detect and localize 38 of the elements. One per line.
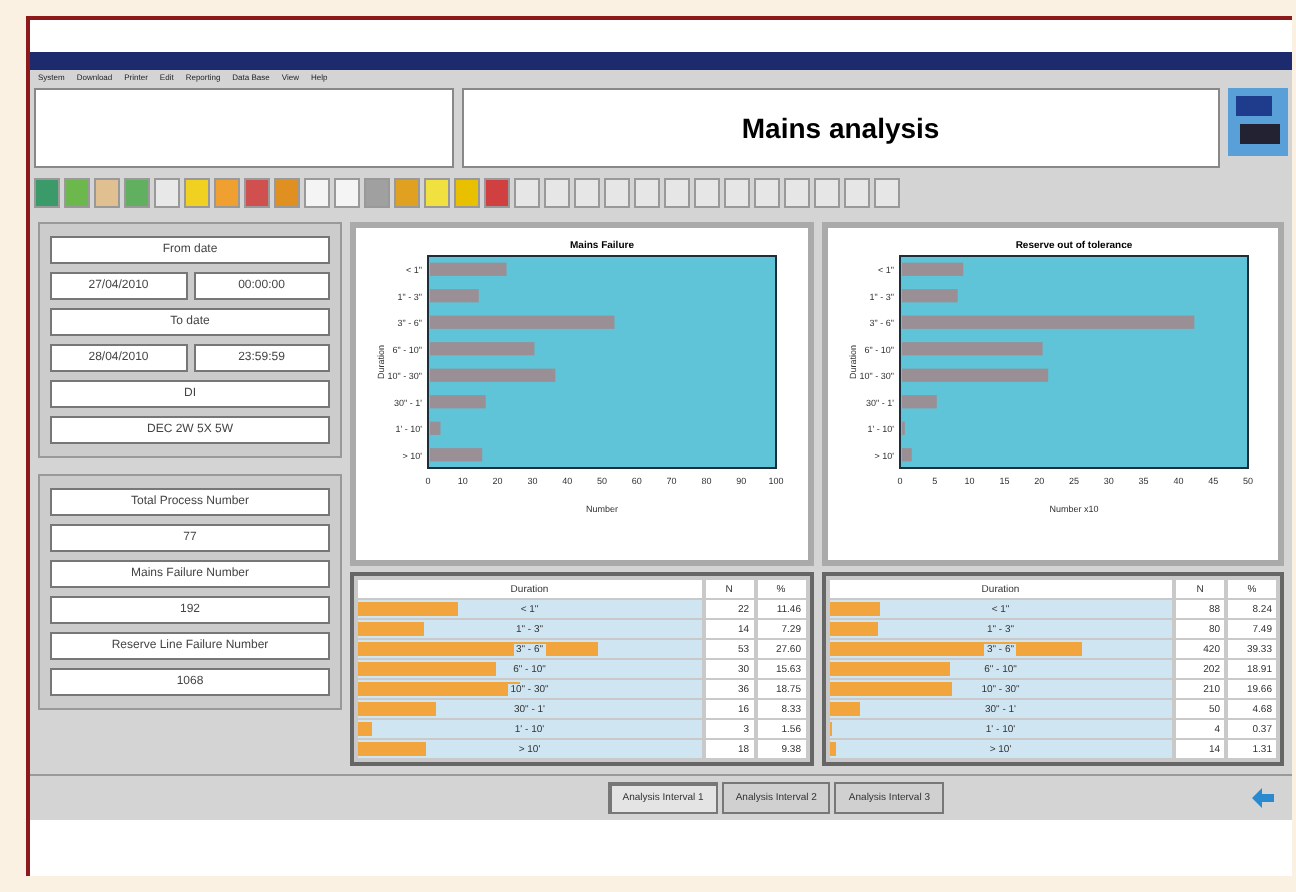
toolbar-button[interactable] [64, 178, 90, 208]
toolbar-button[interactable] [754, 178, 780, 208]
computer-icon [1228, 88, 1288, 156]
bar [901, 395, 936, 409]
toolbar-button[interactable] [814, 178, 840, 208]
toolbar-button[interactable] [784, 178, 810, 208]
bar [901, 448, 911, 462]
back-arrow-icon[interactable] [1248, 786, 1276, 810]
toolbar-button[interactable] [694, 178, 720, 208]
bar [901, 342, 1042, 356]
toolbar-button[interactable] [514, 178, 540, 208]
toolbar-button[interactable] [484, 178, 510, 208]
toolbar-button[interactable] [604, 178, 630, 208]
bar [430, 395, 486, 409]
toolbar-button[interactable] [574, 178, 600, 208]
toolbar-button[interactable] [34, 178, 60, 208]
toolbar-button[interactable] [454, 178, 480, 208]
toolbar-button[interactable] [634, 178, 660, 208]
bar [430, 448, 483, 462]
bar [430, 342, 535, 356]
toolbar-button[interactable] [874, 178, 900, 208]
bar [901, 289, 957, 303]
toolbar-button[interactable] [94, 178, 120, 208]
bar [430, 289, 479, 303]
toolbar-button[interactable] [544, 178, 570, 208]
toolbar-button[interactable] [154, 178, 180, 208]
toolbar-button[interactable] [184, 178, 210, 208]
toolbar-button[interactable] [394, 178, 420, 208]
toolbar-button[interactable] [244, 178, 270, 208]
toolbar-button[interactable] [724, 178, 750, 208]
toolbar-button[interactable] [424, 178, 450, 208]
toolbar-button[interactable] [844, 178, 870, 208]
window-title: Mains analysis [741, 112, 940, 144]
toolbar-button[interactable] [664, 178, 690, 208]
toolbar-button[interactable] [334, 178, 360, 208]
toolbar-button[interactable] [304, 178, 330, 208]
bar [430, 421, 441, 435]
toolbar-button[interactable] [214, 178, 240, 208]
